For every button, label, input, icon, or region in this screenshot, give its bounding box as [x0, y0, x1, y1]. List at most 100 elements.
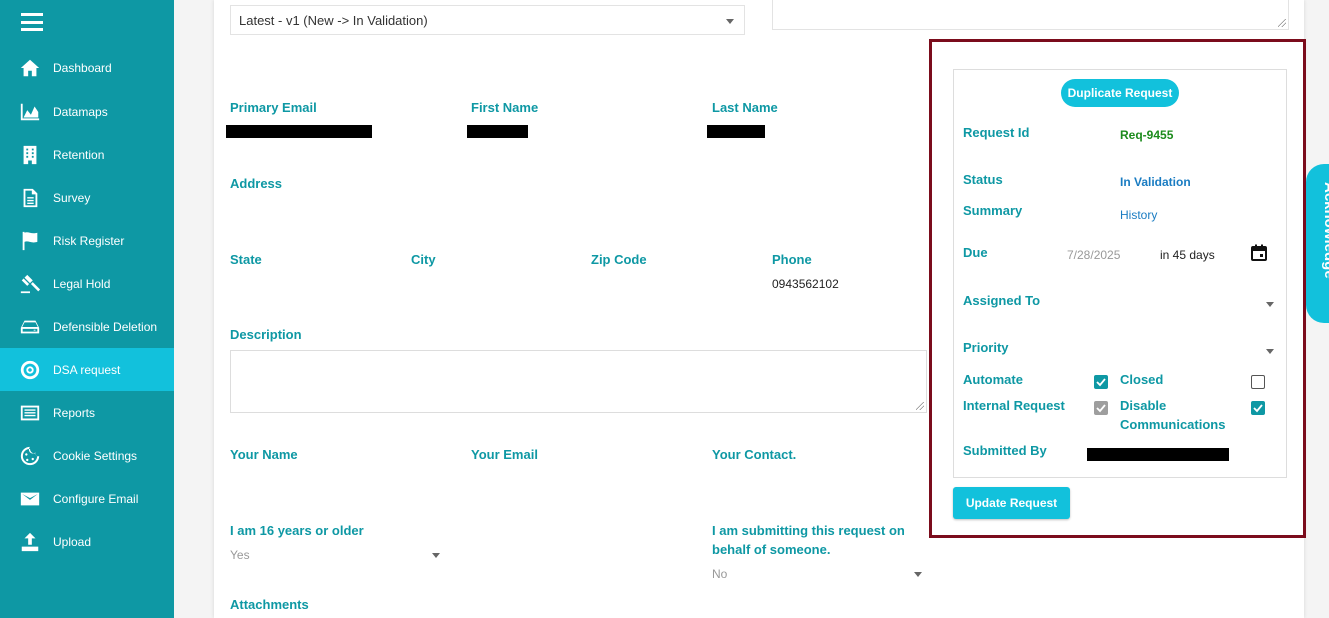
check-icon: [1096, 378, 1106, 387]
sidebar-item-survey[interactable]: Survey: [0, 176, 174, 219]
sidebar-item-legal-hold[interactable]: Legal Hold: [0, 262, 174, 305]
request-id-value: Req-9455: [1120, 128, 1174, 142]
home-icon: [19, 57, 41, 79]
check-icon: [1096, 404, 1106, 413]
check-icon: [1253, 404, 1263, 413]
sidebar-item-label: Risk Register: [53, 233, 125, 248]
priority-dropdown-icon[interactable]: [1266, 349, 1274, 354]
acknowledge-tab-label: Acknowledge: [1321, 182, 1329, 279]
sidebar-item-label: Datamaps: [53, 104, 108, 119]
automate-label: Automate: [963, 372, 1023, 387]
first-name-value-redacted: [467, 125, 528, 138]
sidebar-item-label: Dashboard: [53, 60, 112, 75]
request-id-label: Request Id: [963, 125, 1030, 140]
closed-checkbox[interactable]: [1251, 375, 1265, 389]
disable-communications-label-line1: Disable: [1120, 398, 1167, 413]
drive-icon: [19, 316, 41, 338]
behalf-select[interactable]: No: [712, 567, 727, 581]
gavel-icon: [19, 273, 41, 295]
primary-email-label: Primary Email: [230, 100, 317, 115]
due-date-input[interactable]: 7/28/2025: [1067, 248, 1120, 262]
your-email-label: Your Email: [471, 447, 538, 462]
automate-checkbox[interactable]: [1094, 375, 1108, 389]
sidebar-item-label: Cookie Settings: [53, 448, 138, 463]
sidebar-item-label: Retention: [53, 147, 105, 162]
history-link[interactable]: History: [1120, 208, 1157, 222]
behalf-label-line2: behalf of someone.: [712, 542, 831, 557]
last-name-value-redacted: [707, 125, 765, 138]
city-label: City: [411, 252, 436, 267]
sidebar-item-retention[interactable]: Retention: [0, 133, 174, 176]
sidebar-item-defensible-deletion[interactable]: Defensible Deletion: [0, 305, 174, 348]
sidebar-item-reports[interactable]: Reports: [0, 391, 174, 434]
age-select[interactable]: Yes: [230, 548, 250, 562]
lifebuoy-icon: [19, 359, 41, 381]
summary-label: Summary: [963, 203, 1023, 218]
disable-communications-label-line2: Communications: [1120, 417, 1226, 432]
sidebar-item-dsa-request[interactable]: DSA request: [0, 348, 174, 391]
sidebar-item-label: Upload: [53, 534, 92, 549]
chevron-down-icon[interactable]: [432, 553, 440, 558]
duplicate-request-button[interactable]: Duplicate Request: [1061, 79, 1179, 107]
description-label: Description: [230, 327, 302, 342]
sidebar-item-cookie-settings[interactable]: Cookie Settings: [0, 434, 174, 477]
upload-icon: [19, 531, 41, 553]
assigned-to-label: Assigned To: [963, 293, 1041, 308]
sidebar-item-label: Reports: [53, 405, 96, 420]
chevron-down-icon[interactable]: [914, 572, 922, 577]
zip-code-label: Zip Code: [591, 252, 647, 267]
sidebar-item-label: Legal Hold: [53, 276, 111, 291]
first-name-label: First Name: [471, 100, 539, 115]
primary-email-value-redacted: [226, 125, 372, 138]
menu-icon[interactable]: [21, 13, 43, 31]
update-request-button[interactable]: Update Request: [953, 487, 1070, 519]
priority-label: Priority: [963, 340, 1009, 355]
your-name-label: Your Name: [230, 447, 298, 462]
list-icon: [19, 402, 41, 424]
due-relative: in 45 days: [1160, 248, 1215, 262]
area-chart-icon: [19, 101, 41, 123]
notes-textarea[interactable]: [772, 0, 1289, 30]
internal-request-label: Internal Request: [963, 398, 1065, 413]
description-textarea[interactable]: [230, 350, 927, 413]
sidebar-item-label: Defensible Deletion: [53, 319, 158, 334]
resize-handle-icon[interactable]: [916, 402, 924, 410]
phone-label: Phone: [772, 252, 812, 267]
assigned-to-dropdown-icon[interactable]: [1266, 302, 1274, 307]
sidebar-item-upload[interactable]: Upload: [0, 520, 174, 563]
sidebar-item-label: Survey: [53, 190, 91, 205]
age-label: I am 16 years or older: [230, 523, 364, 538]
your-contact-label: Your Contact.: [712, 447, 797, 462]
version-select[interactable]: Latest - v1 (New -> In Validation): [230, 5, 745, 35]
chevron-down-icon: [726, 19, 734, 24]
flag-icon: [19, 230, 41, 252]
acknowledge-tab[interactable]: Acknowledge: [1306, 164, 1329, 323]
submitted-by-value-redacted: [1087, 448, 1229, 461]
disable-communications-checkbox[interactable]: [1251, 401, 1265, 415]
calendar-icon[interactable]: [1251, 244, 1267, 261]
status-value: In Validation: [1120, 175, 1191, 189]
envelope-icon: [19, 488, 41, 510]
submitted-by-label: Submitted By: [963, 443, 1047, 458]
internal-request-checkbox[interactable]: [1094, 401, 1108, 415]
sidebar-item-label: DSA request: [53, 362, 121, 377]
status-label: Status: [963, 172, 1003, 187]
due-label: Due: [963, 245, 988, 260]
last-name-label: Last Name: [712, 100, 778, 115]
attachments-label: Attachments: [230, 597, 309, 612]
building-icon: [19, 144, 41, 166]
sidebar: Dashboard Datamaps Retention Survey Risk…: [0, 0, 174, 618]
sidebar-item-risk-register[interactable]: Risk Register: [0, 219, 174, 262]
sidebar-item-configure-email[interactable]: Configure Email: [0, 477, 174, 520]
document-icon: [19, 187, 41, 209]
address-label: Address: [230, 176, 283, 191]
sidebar-item-dashboard[interactable]: Dashboard: [0, 46, 174, 89]
sidebar-item-label: Configure Email: [53, 491, 139, 506]
phone-value: 0943562102: [772, 277, 839, 291]
closed-label: Closed: [1120, 372, 1164, 387]
behalf-label-line1: I am submitting this request on: [712, 523, 905, 538]
resize-handle-icon[interactable]: [1278, 19, 1286, 27]
state-label: State: [230, 252, 262, 267]
sidebar-item-datamaps[interactable]: Datamaps: [0, 90, 174, 133]
cookie-icon: [19, 445, 41, 467]
